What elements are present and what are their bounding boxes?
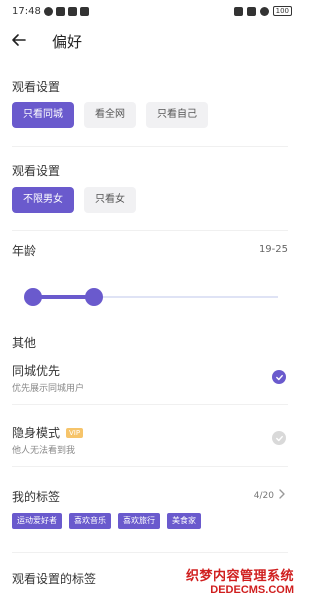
notification-icon-4 [79,7,89,16]
status-right: 100 [233,6,292,16]
chip-option-1[interactable]: 只看同城 [12,102,74,128]
chip-row-view-2: 不限男女 只看女 [12,187,136,213]
chip-gender-1[interactable]: 不限男女 [12,187,74,213]
status-time: 17:48 [12,6,41,17]
app-header: 偏好 [0,24,300,56]
vip-badge: VIP [66,427,84,438]
tag-item[interactable]: 喜欢旅行 [118,513,160,529]
divider [12,230,288,231]
arrow-left-icon [12,34,26,46]
divider [12,404,288,405]
divider [12,146,288,147]
check-icon [275,374,283,380]
tag-item[interactable]: 美食家 [167,513,201,529]
signal-icon [246,6,256,16]
divider [12,552,288,553]
wifi-icon [259,6,269,16]
battery-icon: 100 [272,6,292,16]
row-title-invisible-text: 隐身模式 [12,426,61,440]
divider [12,466,288,467]
notification-icon-2 [55,7,65,16]
age-value: 19-25 [258,244,288,255]
check-icon [275,435,283,441]
row-subtitle-invisible: 他人无法看到我 [12,446,76,456]
tag-list: 运动爱好者 喜欢音乐 喜欢旅行 美食家 [12,513,201,529]
chip-row-view-1: 只看同城 看全网 只看自己 [12,102,208,128]
watermark: 织梦内容管理系统 DEDECMS.COM [186,565,294,596]
section-label-view-2: 观看设置 [12,164,61,178]
chevron-right-icon[interactable] [276,488,288,500]
status-left: 17:48 [12,6,89,17]
status-bar: 17:48 100 [0,0,300,24]
alarm-icon [233,6,243,16]
row-title-nearby-text: 同城优先 [12,364,61,378]
watermark-line-1: 织梦内容管理系统 [185,569,294,584]
nearby-check[interactable] [272,370,286,384]
notification-icon [43,7,53,16]
notification-icon-3 [67,7,77,16]
age-label: 年龄 [12,244,37,258]
row-title-invisible: 隐身模式 VIP [12,424,84,441]
section-label-view-1: 观看设置 [12,80,61,94]
watermark-line-2: DEDECMS.COM [210,584,294,596]
page-title: 偏好 [52,33,83,51]
invisible-check[interactable] [272,431,286,445]
tag-item[interactable]: 喜欢音乐 [69,513,111,529]
chip-gender-2[interactable]: 只看女 [84,187,136,213]
chip-option-2[interactable]: 看全网 [84,102,136,128]
age-slider-min-thumb[interactable] [24,288,42,306]
chip-option-3[interactable]: 只看自己 [146,102,208,128]
age-slider-max-thumb[interactable] [85,288,104,306]
row-subtitle-nearby: 优先展示同城用户 [12,384,85,394]
tag-item[interactable]: 运动爱好者 [12,513,62,529]
back-button[interactable] [6,27,32,53]
other-label: 其他 [12,336,37,350]
tags-label: 我的标签 [12,490,61,504]
row-title-nearby: 同城优先 [12,362,60,379]
last-section-label: 观看设置的标签 [12,572,97,586]
tags-count: 4/20 [253,491,274,501]
